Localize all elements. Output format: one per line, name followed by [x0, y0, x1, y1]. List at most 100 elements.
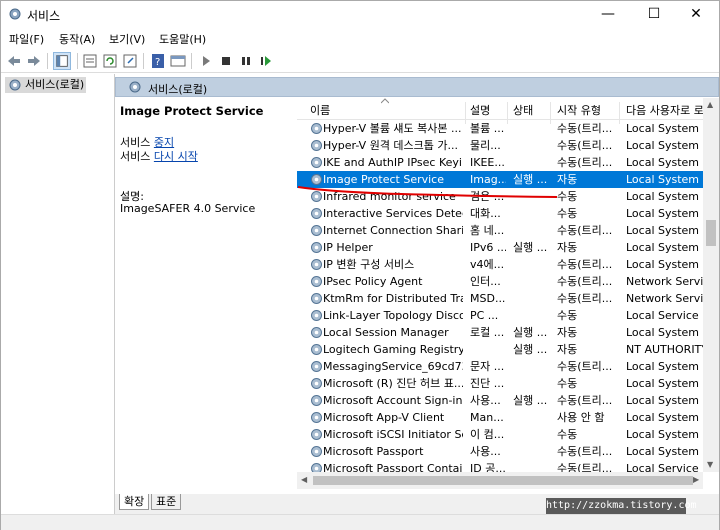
cell-status: 실행 ... — [513, 326, 548, 339]
service-row[interactable]: Local Session Manager 로컬 ... 실행 ... 자동 Local… — [297, 324, 703, 341]
service-row[interactable]: Logitech Gaming Registry ... 실행 ... 자동 NT A… — [297, 341, 703, 358]
cell-logon: Local System — [626, 241, 700, 254]
cell-desc: ID 공... — [470, 462, 506, 472]
cell-status: 실행 ... — [513, 394, 548, 407]
services-gear-icon — [9, 79, 21, 91]
cell-status: 실행 ... — [513, 241, 548, 254]
properties-icon[interactable] — [81, 52, 99, 70]
service-row[interactable]: Image Protect Service Imag... 실행 ... 자동 Loca… — [297, 171, 703, 188]
service-row[interactable]: Microsoft Passport 사용... 수동(트리... Local Sys… — [297, 443, 703, 460]
service-row[interactable]: Interactive Services Detecti... 대화... 수동 Lo… — [297, 205, 703, 222]
back-icon[interactable] — [5, 52, 23, 70]
restart-service-link[interactable]: 다시 시작 — [154, 150, 198, 163]
tree-item-label: 서비스(로컬) — [25, 78, 85, 91]
service-row[interactable]: IKE and AuthIP IPsec Keyin... IKEE... 수동(트… — [297, 154, 703, 171]
toolbar: ? — [1, 49, 719, 73]
help-icon[interactable]: ? — [149, 52, 167, 70]
cell-logon: Local System — [626, 156, 700, 169]
status-bar — [1, 514, 719, 530]
close-button[interactable]: ✕ — [673, 1, 719, 27]
menu-file[interactable]: 파일(F) — [9, 31, 44, 47]
start-service-icon[interactable] — [197, 52, 215, 70]
column-startup-type[interactable]: 시작 유형 — [557, 102, 601, 118]
service-row[interactable]: Microsoft Passport Container ID 공... 수동(트리… — [297, 460, 703, 472]
cell-logon: Network Service — [626, 275, 703, 288]
description-panel: Image Protect Service 서비스 중지 서비스 다시 시작 설… — [115, 98, 297, 503]
horizontal-scrollbar[interactable]: ◀ ▶ — [297, 472, 703, 489]
tree-item-services-local[interactable]: 서비스(로컬) — [5, 77, 87, 93]
refresh-icon[interactable] — [101, 52, 119, 70]
scroll-right-icon[interactable]: ▶ — [693, 475, 699, 484]
console-icon[interactable] — [169, 52, 187, 70]
service-row[interactable]: IPsec Policy Agent 인터... 수동(트리... Network S… — [297, 273, 703, 290]
column-logon-as[interactable]: 다음 사용자로 로 — [626, 102, 704, 118]
vertical-scrollbar[interactable]: ▲ ▼ — [703, 98, 719, 472]
service-gear-icon — [311, 310, 322, 321]
cell-startup: 수동(트리... — [557, 292, 613, 305]
cell-name: MessagingService_69cd739 — [323, 360, 463, 373]
menu-help[interactable]: 도움말(H) — [159, 31, 206, 47]
service-row[interactable]: Microsoft Account Sign-in ... 사용... 실행 ...… — [297, 392, 703, 409]
column-description[interactable]: 설명 — [470, 102, 490, 118]
service-row[interactable]: Infrared monitor service 검은 ... 수동 Local Sy… — [297, 188, 703, 205]
service-gear-icon — [311, 140, 322, 151]
cell-desc: 물리... — [470, 139, 501, 152]
cell-desc: 홈 네... — [470, 224, 505, 237]
maximize-button[interactable]: ☐ — [631, 1, 677, 27]
service-row[interactable]: IP 변환 구성 서비스 v4에... 수동(트리... Local System — [297, 256, 703, 273]
service-gear-icon — [311, 378, 322, 389]
services-list: 이름 설명 상태 시작 유형 다음 사용자로 로 Hyper-V 볼륨 섀도 복… — [297, 98, 719, 489]
vertical-scroll-thumb[interactable] — [706, 220, 716, 246]
service-gear-icon — [311, 242, 322, 253]
services-gear-icon — [9, 8, 21, 20]
cell-logon: Local System — [626, 258, 700, 271]
service-row[interactable]: Internet Connection Sharin... 홈 네... 수동(트리… — [297, 222, 703, 239]
tab-extended[interactable]: 확장 — [119, 494, 150, 510]
menu-view[interactable]: 보기(V) — [109, 31, 145, 47]
service-gear-icon — [311, 293, 322, 304]
cell-startup: 수동 — [557, 190, 578, 203]
scroll-left-icon[interactable]: ◀ — [301, 475, 307, 484]
forward-icon[interactable] — [25, 52, 43, 70]
column-status[interactable]: 상태 — [513, 102, 533, 118]
cell-desc: 검은 ... — [470, 190, 505, 203]
service-gear-icon — [311, 327, 322, 338]
cell-startup: 수동(트리... — [557, 445, 613, 458]
cell-name: Logitech Gaming Registry ... — [323, 343, 463, 356]
cell-logon: Local System — [626, 411, 700, 424]
service-row[interactable]: Microsoft iSCSI Initiator Se... 이 컴... 수동 L… — [297, 426, 703, 443]
scroll-up-icon[interactable]: ▲ — [707, 100, 713, 109]
cell-startup: 수동 — [557, 377, 578, 390]
show-hide-tree-icon[interactable] — [53, 52, 71, 70]
scroll-down-icon[interactable]: ▼ — [707, 460, 713, 469]
cell-logon: Local System — [626, 224, 700, 237]
service-row[interactable]: KtmRm for Distributed Tra... MSD... 수동(트리.… — [297, 290, 703, 307]
cell-logon: Local System — [626, 326, 700, 339]
restart-service-icon[interactable] — [257, 52, 275, 70]
service-row[interactable]: IP Helper IPv6 ... 실행 ... 자동 Local System — [297, 239, 703, 256]
cell-name: Image Protect Service — [323, 173, 444, 186]
cell-name: Interactive Services Detecti... — [323, 207, 463, 220]
cell-desc: MSD... — [470, 292, 506, 305]
service-row[interactable]: Hyper-V 볼륨 섀도 복사본 ... 볼륨 ... 수동(트리... Local… — [297, 120, 703, 137]
service-row[interactable]: Hyper-V 원격 데스크톱 가... 물리... 수동(트리... Local S… — [297, 137, 703, 154]
menu-action[interactable]: 동작(A) — [59, 31, 95, 47]
column-name[interactable]: 이름 — [310, 102, 330, 118]
cell-name: Infrared monitor service — [323, 190, 456, 203]
watermark: http://zzokma.tistory.com — [546, 498, 697, 514]
pause-service-icon[interactable] — [237, 52, 255, 70]
service-row[interactable]: Microsoft App-V Client Man... 사용 안 함 Local … — [297, 409, 703, 426]
service-row[interactable]: Microsoft (R) 진단 허브 표... 진단 ... 수동 Local Sy… — [297, 375, 703, 392]
stop-service-icon[interactable] — [217, 52, 235, 70]
service-row[interactable]: Link-Layer Topology Disco... PC ... 수동 Loca… — [297, 307, 703, 324]
cell-name: IPsec Policy Agent — [323, 275, 423, 288]
export-list-icon[interactable] — [121, 52, 139, 70]
horizontal-scroll-thumb[interactable] — [313, 476, 693, 485]
cell-logon: Local Service — [626, 309, 699, 322]
service-row[interactable]: MessagingService_69cd739 문자 ... 수동(트리... Lo… — [297, 358, 703, 375]
tab-standard[interactable]: 표준 — [151, 494, 182, 510]
service-gear-icon — [311, 225, 322, 236]
cell-desc: IPv6 ... — [470, 241, 506, 254]
minimize-button[interactable]: — — [585, 1, 631, 27]
cell-logon: Local System — [626, 360, 700, 373]
